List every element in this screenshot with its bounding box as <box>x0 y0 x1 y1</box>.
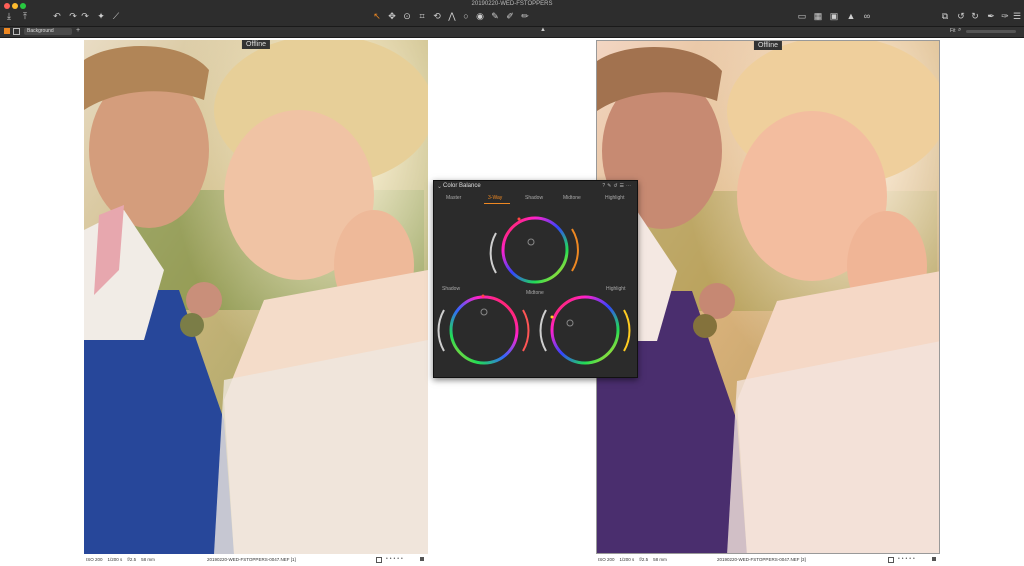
annotate-tool-icon[interactable]: ◉ <box>475 11 485 21</box>
exposure-warning-icon[interactable]: ▲ <box>540 27 546 33</box>
viewer-image-original[interactable]: Offline <box>84 40 428 554</box>
wedding-photo-adjusted <box>597 41 939 553</box>
shadow-wheel[interactable] <box>437 294 530 365</box>
rotate-tool-icon[interactable]: ⟲ <box>432 11 442 21</box>
redo-all-icon[interactable]: ↷ <box>80 11 90 21</box>
cursor-tool-icon[interactable]: ↖ <box>372 11 382 21</box>
iso-value: ISO 200 <box>86 557 103 562</box>
rating-dots-left[interactable]: ••••• <box>386 556 405 562</box>
master-wheel[interactable] <box>489 216 579 284</box>
viewer-toolbar: Background + ▲ Fit ⌕ <box>0 27 1024 38</box>
aperture-value: f/2.5 <box>639 557 649 562</box>
focal-value: 58 mm <box>653 557 667 562</box>
zoom-icon[interactable]: ⌕ <box>958 27 961 34</box>
aperture-value: f/2.5 <box>127 557 137 562</box>
zoom-slider[interactable] <box>966 30 1016 33</box>
select-checkbox-right[interactable] <box>888 557 894 563</box>
highlight-label: Highlight <box>606 286 626 292</box>
erase-mask-icon[interactable]: ✐ <box>505 11 515 21</box>
brush-icon[interactable]: ⟋ <box>111 11 121 21</box>
crop-tool-icon[interactable]: ⌗ <box>417 11 427 21</box>
shutter-value: 1/200 s <box>107 557 123 562</box>
list-icon[interactable]: ☰ <box>1012 11 1022 21</box>
reset-icon[interactable]: ↺ <box>956 11 966 21</box>
highlight-wheel[interactable] <box>539 295 631 365</box>
import-icon[interactable]: ⤓ <box>4 11 14 21</box>
iso-value: ISO 200 <box>598 557 615 562</box>
undo-icon[interactable]: ↶ <box>52 11 62 21</box>
viewer-icon[interactable]: ▭ <box>797 11 807 21</box>
wedding-photo-original <box>84 40 428 554</box>
export-icon[interactable]: ⤒ <box>20 11 30 21</box>
adjust-icon[interactable]: ✒ <box>986 11 996 21</box>
pan-tool-icon[interactable]: ✥ <box>387 11 397 21</box>
title-bar: 20190220-WED-FSTOPPERS ⤓ ⤒ ↶ ↷ ↷ ✦ ⟋ ↖ ✥… <box>0 0 1024 27</box>
redo-icon[interactable]: ↷ <box>68 11 78 21</box>
glasses-icon[interactable]: ∞ <box>862 11 872 21</box>
shutter-value: 1/200 s <box>619 557 635 562</box>
color-tag-right[interactable] <box>932 557 936 561</box>
reset-all-icon[interactable]: ↻ <box>970 11 980 21</box>
color-tag-left[interactable] <box>420 557 424 561</box>
add-layer-icon[interactable]: + <box>76 27 80 34</box>
fit-label[interactable]: Fit <box>950 28 956 34</box>
rating-dots-right[interactable]: ••••• <box>898 556 917 562</box>
midtone-label: Midtone <box>526 290 544 296</box>
filename-left: 20190220-WED-FSTOPPERS-0047.NEF [1] <box>207 557 296 562</box>
shadow-label: Shadow <box>442 286 461 292</box>
viewer-image-adjusted[interactable]: Offline <box>596 40 940 554</box>
color-balance-panel[interactable]: ⌄ Color Balance ?✎↺☰⋯ Master 3-Way Shado… <box>433 180 638 378</box>
focal-value: 58 mm <box>141 557 155 562</box>
offline-badge: Offline <box>753 41 783 50</box>
layer-grid-icon[interactable] <box>4 28 10 34</box>
auto-adjust-icon[interactable]: ✦ <box>96 11 106 21</box>
meta-left: ISO 200 1/200 s f/2.5 58 mm <box>86 557 155 562</box>
window-title: 20190220-WED-FSTOPPERS <box>471 1 553 7</box>
filename-right: 20190220-WED-FSTOPPERS-0047.NEF [3] <box>717 557 806 562</box>
keystone-tool-icon[interactable]: ⋀ <box>447 11 457 21</box>
select-checkbox-left[interactable] <box>376 557 382 563</box>
meta-right: ISO 200 1/200 s f/2.5 58 mm <box>598 557 667 562</box>
gradient-mask-icon[interactable]: ✏ <box>520 11 530 21</box>
copy-icon[interactable]: ⧉ <box>940 11 950 21</box>
picker-icon[interactable]: ✑ <box>1000 11 1010 21</box>
color-wheels[interactable] <box>434 181 637 377</box>
offline-badge: Offline <box>241 40 271 49</box>
warning-icon[interactable]: ▲ <box>846 11 856 21</box>
proof-icon[interactable]: ▣ <box>829 11 839 21</box>
draw-mask-icon[interactable]: ✎ <box>490 11 500 21</box>
spot-tool-icon[interactable]: ○ <box>461 11 471 21</box>
sample-tool-icon[interactable]: ⊙ <box>402 11 412 21</box>
grid-icon[interactable]: ▦ <box>813 11 823 21</box>
layer-single-icon[interactable] <box>13 28 20 35</box>
background-layer-select[interactable]: Background <box>24 28 72 35</box>
